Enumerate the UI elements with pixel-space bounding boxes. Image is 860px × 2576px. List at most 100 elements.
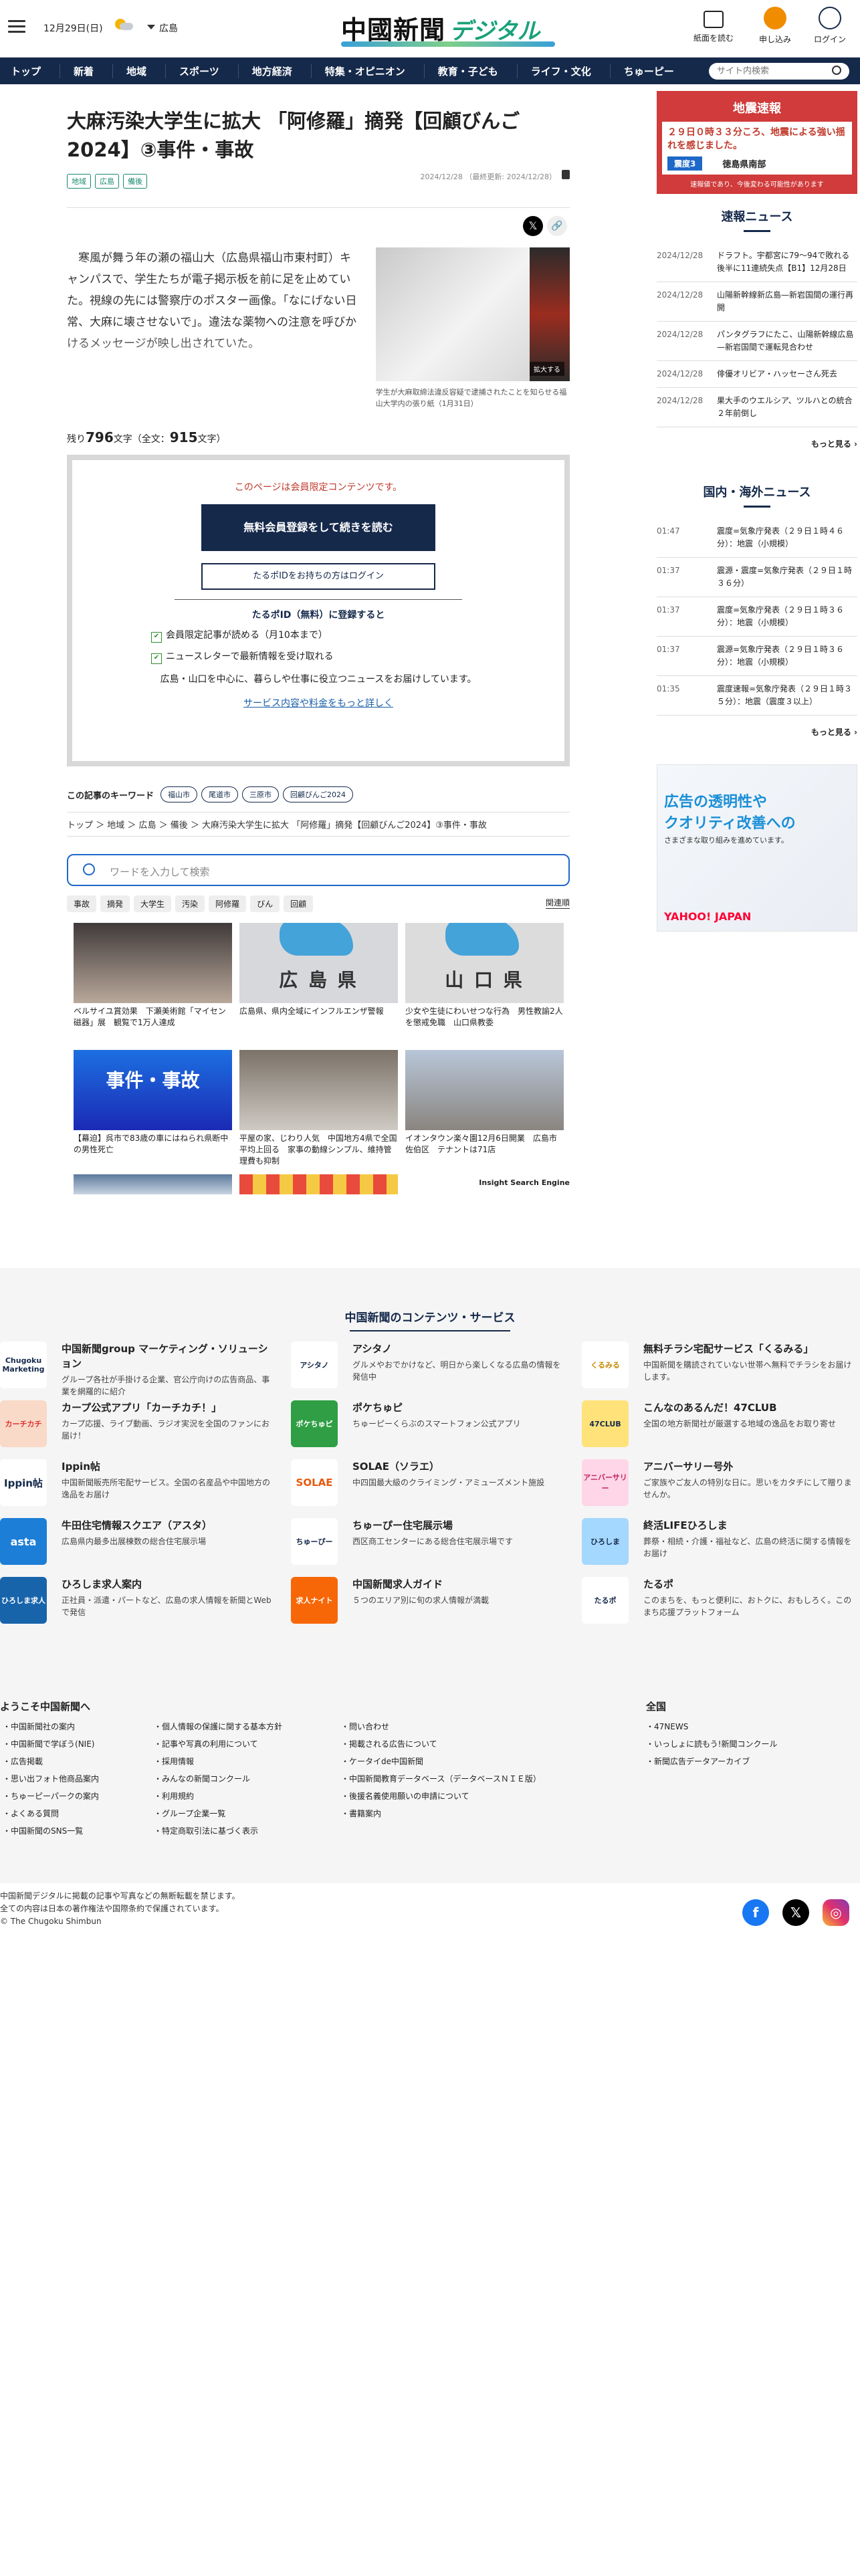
paywall-desc: 広島・山口を中心に、暮らしや仕事に役立つニュースをお届けしています。 xyxy=(160,674,477,685)
service-item[interactable]: 47CLUB こんなのあるんだ！47CLUB 全国の地方新聞社が厳選する地域の逸品を… xyxy=(582,1400,860,1447)
related-card[interactable]: 事件・事故 【幕迫】呉市で83歳の車にはねられ県断中の男性死亡 xyxy=(74,1050,232,1168)
zoom-button[interactable]: 拡大する xyxy=(530,362,564,376)
menu-icon[interactable] xyxy=(8,20,25,33)
service-item[interactable]: アシタノ アシタノ グルメやおでかけなど、明日から楽しくなる広島の情報を発信中 xyxy=(291,1341,582,1388)
service-details-link[interactable]: サービス内容や料金をもっと詳しく xyxy=(243,696,393,710)
current-date: 12月29日(日) xyxy=(43,23,103,34)
sidebar-ad[interactable]: 広告の透明性や クオリティ改善への さまざまな取り組みを進めています。 YAHOO… xyxy=(657,764,857,932)
service-item[interactable]: ひろしま求人 ひろしま求人案内 正社員・派遣・パートなど、広島の求人情報を新聞とWe… xyxy=(0,1577,291,1624)
list-item[interactable]: 2024/12/28 山陽新幹線新広島—新岩国間の運行再開 xyxy=(657,282,857,322)
related-search-input[interactable]: ワードを入力して検索 xyxy=(67,854,570,886)
nav-education[interactable]: 教育・子ども xyxy=(423,64,512,78)
keyword-chip[interactable]: 三原市 xyxy=(242,786,280,802)
related-keyword-chips: 事故 摘発 大学生 汚染 阿修羅 びん 回顧 関連順 xyxy=(67,895,570,912)
sidebar: 地震速報 ２９日０時３３分ころ、地震による強い揺れを感じました。 震度3 徳島県南… xyxy=(657,91,857,932)
related-card[interactable]: ベルサイユ賞効果 下瀬美術館「マイセン磁器」展 観覧で1万人達成 xyxy=(74,923,232,1041)
sort-select[interactable]: 関連順 xyxy=(545,897,570,909)
site-logo[interactable]: 中國新聞 デジタル xyxy=(341,9,555,47)
copyright: 中国新聞デジタルに掲載の記事や写真などの無断転載を禁じます。 全ての内容は日本の… xyxy=(0,1891,240,1926)
tarupo-login-button[interactable]: たるポIDをお持ちの方はログイン xyxy=(201,563,435,590)
quake-alert[interactable]: 地震速報 ２９日０時３３分ころ、地震による強い揺れを感じました。 震度3 徳島県南… xyxy=(657,91,857,194)
service-item[interactable]: SOLAE SOLAE（ソラエ） 中四国最大級のクライミング・アミューズメント施設 xyxy=(291,1459,582,1506)
list-item[interactable]: 2024/12/28 ドラフト。宇都宮に79〜94で敗れる 後半に11連続失点【B… xyxy=(657,243,857,282)
search-chip[interactable]: 事故 xyxy=(67,895,97,912)
list-item[interactable]: 2024/12/28 パンタグラフにたこ、山陽新幹線広島—新岩国間で運転見合わせ xyxy=(657,322,857,361)
search-chip[interactable]: 汚染 xyxy=(175,895,205,912)
tag-chip[interactable]: 備後 xyxy=(123,174,147,189)
list-item[interactable]: 01:47 震度=気象庁発表（２９日１時４６分）：地震（小規模） xyxy=(657,518,857,558)
paywall-notice: このページは会員限定コンテンツです。 xyxy=(234,482,403,493)
keyword-chip[interactable]: 福山市 xyxy=(160,786,198,802)
intl-news-title: 国内・海外ニュース xyxy=(657,483,857,508)
search-icon xyxy=(83,863,95,875)
services-grid: Chugoku Marketing 中国新聞group マーケティング・ソリューシ… xyxy=(0,1341,860,1624)
yahoo-logo: YAHOO! JAPAN xyxy=(664,910,752,923)
footer-col-4: 47NEWSいっしょに読もう!新聞コンクール新聞広告データアーカイブ xyxy=(646,1718,777,1770)
intl-news-list: 01:47 震度=気象庁発表（２９日１時４６分）：地震（小規模） 01:37 震源・… xyxy=(657,518,857,716)
nav-sports[interactable]: スポーツ xyxy=(165,64,233,78)
keyword-chip[interactable]: 尾道市 xyxy=(201,786,239,802)
flash-more-link[interactable]: もっと見る xyxy=(657,438,857,449)
list-item[interactable]: 01:37 震度=気象庁発表（２９日１時３６分）：地震（小規模） xyxy=(657,597,857,637)
instagram-icon[interactable]: ◎ xyxy=(823,1899,849,1926)
search-icon[interactable] xyxy=(832,66,841,75)
facebook-icon[interactable]: f xyxy=(742,1899,769,1926)
nav-chupy[interactable]: ちゅーピー xyxy=(609,64,687,78)
paywall-box: このページは会員限定コンテンツです。 無料会員登録をして続きを読む たるポIDを… xyxy=(67,455,570,766)
article-date: 2024/12/28 （最終更新: 2024/12/28） xyxy=(420,173,556,181)
intl-more-link[interactable]: もっと見る xyxy=(657,726,857,738)
link-copy-icon[interactable]: 🔗 xyxy=(547,216,567,236)
article-photo[interactable]: 拡大する 学生が大麻取締法違反容疑で逮捕されたことを知らせる福山大学内の張り紙（… xyxy=(375,247,570,409)
list-item[interactable]: 2024/12/28 果大手のウエルシア、ツルハとの統合２年前倒し xyxy=(657,388,857,427)
nav-top[interactable]: トップ xyxy=(11,64,54,78)
search-chip[interactable]: びん xyxy=(250,895,280,912)
intensity-badge: 震度3 xyxy=(667,156,703,171)
service-item[interactable]: Ippin帖 Ippin帖 中国新聞販売所宅配サービス。全国の名産品や中国地方の逸品… xyxy=(0,1459,291,1506)
service-item[interactable]: Chugoku Marketing 中国新聞group マーケティング・ソリューシ… xyxy=(0,1341,291,1396)
related-card[interactable]: 広 島 県広島県、県内全域にインフルエンザ警報 xyxy=(239,923,398,1041)
service-item[interactable]: ポケちゅピ ポケちゅピ ちゅーピーくらぶのスマートフォン公式アプリ xyxy=(291,1400,582,1447)
login-button[interactable]: ログイン xyxy=(807,7,853,45)
login-icon xyxy=(819,7,841,29)
nav-region[interactable]: 地域 xyxy=(112,64,160,78)
related-card[interactable]: 山 口 県少女や生徒にわいせつな行為 男性教諭2人を懲戒免職 山口県教委 xyxy=(405,923,564,1041)
search-chip[interactable]: 摘発 xyxy=(100,895,130,912)
list-item[interactable]: 01:37 震源・震度=気象庁発表（２９日１時３６分） xyxy=(657,558,857,597)
nav-economy[interactable]: 地方経済 xyxy=(237,64,306,78)
x-icon[interactable]: 𝕏 xyxy=(782,1899,809,1926)
nav-latest[interactable]: 新着 xyxy=(60,64,107,78)
search-chip[interactable]: 大学生 xyxy=(134,895,172,912)
search-chip[interactable]: 回顧 xyxy=(284,895,314,912)
breadcrumb[interactable]: トップ ＞ 地域 ＞ 広島 ＞ 備後 ＞ 大麻汚染大学生に拡大 「阿修羅」摘発【… xyxy=(67,812,570,837)
search-chip[interactable]: 阿修羅 xyxy=(209,895,247,912)
site-search-input[interactable] xyxy=(709,63,849,80)
list-item[interactable]: 01:35 震度速報=気象庁発表（２９日１時３５分）：地震（震度３以上） xyxy=(657,676,857,716)
service-item[interactable]: たるポ たるポ このまちを、もっと便利に、おトクに、おもしろく。このまち応援プラット… xyxy=(582,1577,860,1624)
welcome-title: ようこそ中国新聞へ xyxy=(0,1701,91,1713)
tag-chip[interactable]: 広島 xyxy=(95,174,119,189)
service-item[interactable]: asta 牛田住宅情報スクエア（アスタ） 広島県内最多出展棟数の総合住宅展示場 xyxy=(0,1518,291,1565)
list-item[interactable]: 2024/12/28 俳優オリビア・ハッセーさん死去 xyxy=(657,361,857,388)
service-item[interactable]: くるみる 無料チラシ宅配サービス「くるみる」 中国新聞を購読されていない世帯へ無料で… xyxy=(582,1341,860,1388)
weather-icon xyxy=(114,18,134,31)
related-card[interactable]: 平屋の家、じわり人気 中国地方4県で全国平均上回る 家事の動線シンプル、維持管理… xyxy=(239,1050,398,1168)
register-button[interactable]: 無料会員登録をして続きを読む xyxy=(201,504,435,551)
read-paper-button[interactable]: 紙面を読む xyxy=(690,7,737,43)
service-item[interactable]: ちゅーぴー ちゅーぴー住宅展示場 西区商工センターにある総合住宅展示場です xyxy=(291,1518,582,1565)
nav-opinion[interactable]: 特集・オピニオン xyxy=(310,64,419,78)
service-item[interactable]: アニバーサリー アニバーサリー号外 ご家族やご友人の特別な日に。思いをカタチにして贈… xyxy=(582,1459,860,1506)
location-select[interactable]: 広島 xyxy=(147,21,178,35)
related-card[interactable]: イオンタウン楽々園12月6日開業 広島市佐伯区 テナントは71店 xyxy=(405,1050,564,1168)
flash-news-list: 2024/12/28 ドラフト。宇都宮に79〜94で敗れる 後半に11連続失点【B… xyxy=(657,243,857,427)
subscribe-icon xyxy=(764,7,786,29)
tag-chip[interactable]: 地域 xyxy=(67,174,91,189)
x-share-icon[interactable]: 𝕏 xyxy=(523,216,543,236)
nav-life[interactable]: ライフ・文化 xyxy=(516,64,605,78)
list-item[interactable]: 01:37 震源=気象庁発表（２９日１時３６分）：地震（小規模） xyxy=(657,637,857,676)
service-item[interactable]: 求人ナイト 中国新聞求人ガイド ５つのエリア別に旬の求人情報が満載 xyxy=(291,1577,582,1624)
keyword-chip[interactable]: 回顧びんご2024 xyxy=(283,786,354,802)
service-item[interactable]: ひろしま 終活LIFEひろしま 葬祭・相続・介護・福祉など、広島の終活に関する情報を… xyxy=(582,1518,860,1565)
article-main: 大麻汚染大学生に拡大 「阿修羅」摘発【回顧びんご2024】③事件・事故 地域 広… xyxy=(67,107,570,1195)
service-item[interactable]: カーチカチ カープ公式アプリ「カーチカチ！」 カープ応援、ライブ動画、ラジオ実況を全… xyxy=(0,1400,291,1447)
subscribe-button[interactable]: 申し込み xyxy=(752,7,798,45)
